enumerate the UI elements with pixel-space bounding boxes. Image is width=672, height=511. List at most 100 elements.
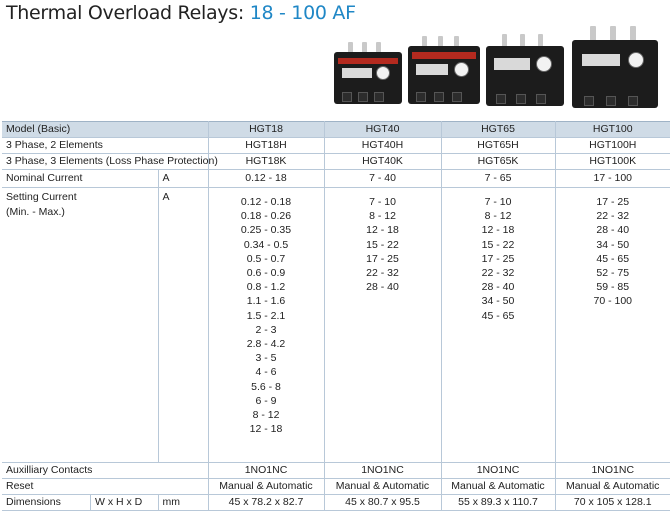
list-item: 59 - 85 [596, 281, 630, 294]
cell: 1NO1NC [324, 462, 442, 479]
list-item: 0.6 - 0.9 [246, 267, 286, 280]
unit-cell: A [158, 187, 209, 463]
setting-hgt40-cell: 7 - 10 8 - 12 12 - 18 15 - 22 17 - 25 22… [324, 187, 442, 463]
list-item: 17 - 25 [481, 252, 515, 265]
setting-hgt65-cell: 7 - 10 8 - 12 12 - 18 15 - 22 17 - 25 22… [441, 187, 556, 463]
cell: HGT65K [441, 153, 556, 170]
list-item: 12 - 18 [481, 224, 515, 237]
list-item: 0.25 - 0.35 [240, 224, 292, 237]
model-basic-header: Model (Basic) [2, 121, 209, 138]
list-item: 22 - 32 [596, 210, 630, 223]
list-item: 0.18 - 0.26 [240, 210, 292, 223]
list-item: 28 - 40 [481, 281, 515, 294]
cell: 55 x 89.3 x 110.7 [441, 494, 556, 511]
row-label: Dimensions W x H x D [2, 494, 159, 511]
table-row: Dimensions W x H x D mm 45 x 78.2 x 82.7… [2, 494, 670, 511]
table-row: 3 Phase, 3 Elements (Loss Phase Protecti… [2, 153, 670, 170]
list-item: 34 - 50 [596, 238, 630, 251]
list-item: 2 - 3 [255, 323, 277, 336]
page-title: Thermal Overload Relays: 18 - 100 AF [6, 2, 356, 24]
cell: 7 - 40 [324, 169, 442, 188]
list-item: 15 - 22 [366, 238, 399, 251]
list-item: 45 - 65 [481, 309, 515, 322]
list-item: 0.8 - 1.2 [246, 281, 286, 294]
row-label: Setting Current (Min. - Max.) [2, 187, 159, 463]
cell: Manual & Automatic [555, 478, 670, 495]
title-prefix: Thermal Overload Relays: [6, 2, 244, 24]
cell: 45 x 80.7 x 95.5 [324, 494, 442, 511]
list-item: 3 - 5 [255, 352, 277, 365]
row-label: Reset [2, 478, 209, 495]
list-item: 1.5 - 2.1 [246, 309, 286, 322]
row-label: 3 Phase, 3 Elements (Loss Phase Protecti… [2, 153, 218, 170]
cell: 7 - 65 [441, 169, 556, 188]
list-item: 0.12 - 0.18 [240, 196, 292, 208]
table-row-setting-current: Setting Current (Min. - Max.) A 0.12 - 0… [2, 187, 670, 463]
cell: 1NO1NC [555, 462, 670, 479]
list-item: 17 - 25 [366, 252, 399, 265]
relay-hgt100-image [572, 26, 658, 108]
model-hgt65-header: HGT65 [441, 121, 556, 138]
list-item: 28 - 40 [596, 224, 630, 237]
table-row: Auxilliary Contacts 1NO1NC 1NO1NC 1NO1NC… [2, 462, 670, 479]
cell: HGT100H [555, 137, 670, 154]
list-item: 52 - 75 [596, 267, 630, 280]
model-hgt40-header: HGT40 [324, 121, 442, 138]
list-item: 28 - 40 [366, 281, 399, 294]
spec-table: Model (Basic) HGT18 HGT40 HGT65 HGT100 3… [2, 121, 670, 511]
cell: 1NO1NC [441, 462, 556, 479]
cell: HGT18H [208, 137, 325, 154]
list-item: 22 - 32 [481, 267, 515, 280]
list-item: 70 - 100 [593, 295, 633, 308]
cell: Manual & Automatic [208, 478, 325, 495]
row-label: Nominal Current [2, 169, 159, 188]
cell: 70 x 105 x 128.1 [555, 494, 670, 511]
list-item: 17 - 25 [596, 196, 630, 208]
list-item: 34 - 50 [481, 295, 515, 308]
list-item: 15 - 22 [481, 238, 515, 251]
cell: Manual & Automatic [324, 478, 442, 495]
cell: 0.12 - 18 [208, 169, 325, 188]
relay-hgt65-image [486, 34, 564, 106]
list-item: 12 - 18 [366, 224, 399, 237]
relay-hgt40-image [408, 36, 480, 104]
setting-hgt100-cell: 17 - 25 22 - 32 28 - 40 34 - 50 45 - 65 … [555, 187, 670, 463]
list-item: 45 - 65 [596, 252, 630, 265]
list-item: 6 - 9 [255, 394, 277, 407]
cell: HGT40H [324, 137, 442, 154]
list-item: 8 - 12 [252, 409, 280, 422]
list-item: 22 - 32 [366, 267, 399, 280]
table-row: Nominal Current A 0.12 - 18 7 - 40 7 - 6… [2, 169, 670, 188]
list-item: 8 - 12 [369, 210, 396, 223]
relay-hgt18-image [334, 42, 402, 104]
cell: HGT18K [208, 153, 325, 170]
list-item: 0.5 - 0.7 [246, 252, 286, 265]
cell: HGT40K [324, 153, 442, 170]
cell: 1NO1NC [208, 462, 325, 479]
setting-label-1: Setting Current [6, 191, 77, 203]
unit-cell: A [158, 169, 209, 188]
list-item: 8 - 12 [484, 210, 512, 223]
list-item: 5.6 - 8 [251, 380, 281, 393]
list-item: 1.1 - 1.6 [246, 295, 286, 308]
list-item: 0.34 - 0.5 [243, 238, 289, 251]
cell: HGT65H [441, 137, 556, 154]
cell: 17 - 100 [555, 169, 670, 188]
list-item: 12 - 18 [249, 423, 283, 436]
list-item: 7 - 10 [369, 196, 396, 208]
setting-label-2: (Min. - Max.) [6, 206, 65, 218]
cell: HGT100K [555, 153, 670, 170]
model-hgt18-header: HGT18 [208, 121, 325, 138]
dimensions-label: Dimensions [2, 495, 91, 510]
list-item: 2.8 - 4.2 [246, 338, 286, 351]
cell: 45 x 78.2 x 82.7 [208, 494, 325, 511]
list-item: 4 - 6 [255, 366, 277, 379]
row-label: Auxilliary Contacts [2, 462, 209, 479]
table-header-row: Model (Basic) HGT18 HGT40 HGT65 HGT100 [2, 121, 670, 138]
cell: Manual & Automatic [441, 478, 556, 495]
setting-hgt18-cell: 0.12 - 0.18 0.18 - 0.26 0.25 - 0.35 0.34… [208, 187, 325, 463]
title-range: 18 - 100 AF [249, 2, 356, 24]
table-row: Reset Manual & Automatic Manual & Automa… [2, 478, 670, 495]
table-row: 3 Phase, 2 Elements HGT18H HGT40H HGT65H… [2, 137, 670, 154]
model-hgt100-header: HGT100 [555, 121, 670, 138]
